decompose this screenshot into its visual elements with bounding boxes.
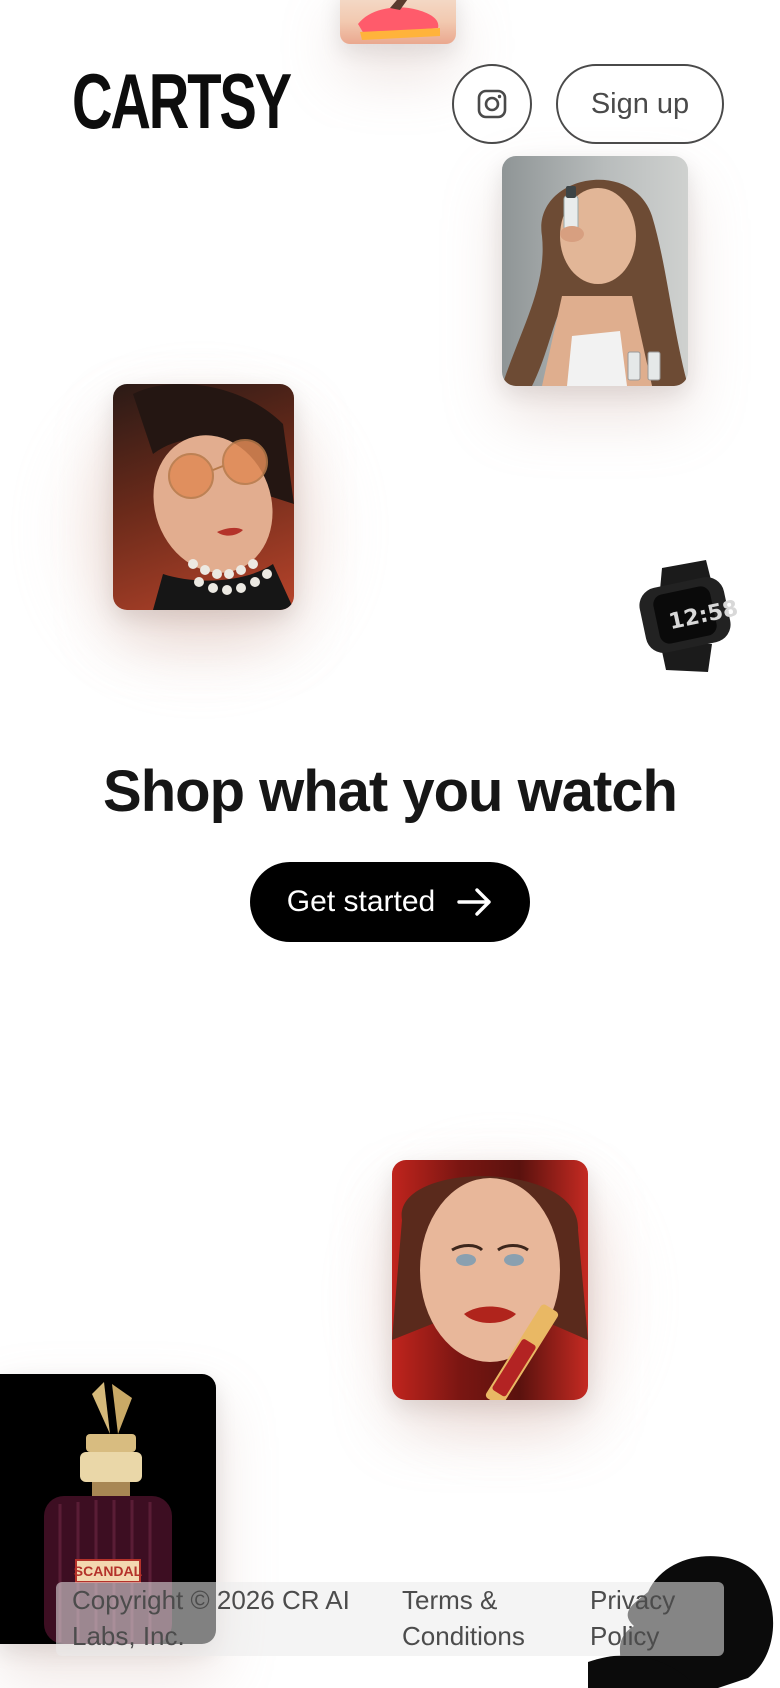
arrow-right-icon xyxy=(457,888,491,916)
instagram-button[interactable] xyxy=(452,64,532,144)
get-started-button[interactable]: Get started xyxy=(250,862,530,942)
sunglasses-model-image[interactable] xyxy=(113,384,294,610)
sneaker-product-image[interactable] xyxy=(340,0,456,44)
hero-headline: Shop what you watch xyxy=(103,759,678,824)
terms-link[interactable]: Terms & Conditions xyxy=(402,1582,552,1654)
instagram-icon xyxy=(477,89,507,119)
copyright-text: Copyright © 2026 CR AI Labs, Inc. xyxy=(72,1585,350,1651)
smartwatch-icon: 12:58 xyxy=(639,560,740,672)
lipstick-model-illustration xyxy=(392,1176,588,1400)
get-started-label: Get started xyxy=(286,885,436,918)
skincare-model-image[interactable] xyxy=(502,156,688,386)
privacy-link[interactable]: Privacy Policy xyxy=(590,1582,700,1654)
footer-bar: Copyright © 2026 CR AI Labs, Inc. Terms … xyxy=(56,1582,724,1656)
cartsy-logo[interactable]: CARTSY xyxy=(72,62,292,140)
perfume-label: SCANDAL xyxy=(74,1563,143,1579)
skincare-model-illustration xyxy=(502,179,688,386)
signup-button[interactable]: Sign up xyxy=(556,64,724,144)
lipstick-model-image[interactable] xyxy=(392,1160,588,1400)
smartwatch-product-image[interactable]: 12:58 xyxy=(630,560,740,674)
sunglasses-model-illustration xyxy=(133,384,294,610)
sneaker-icon xyxy=(358,0,440,40)
